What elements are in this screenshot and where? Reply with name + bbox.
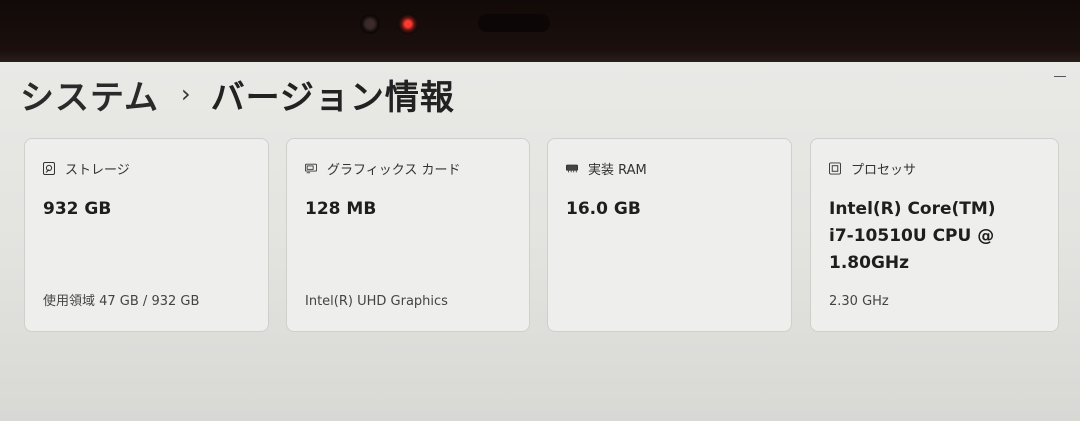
processor-icon: [829, 162, 841, 175]
card-ram: 実装 RAM 16.0 GB: [547, 138, 792, 332]
laptop-bezel: [0, 0, 1080, 62]
card-processor: プロセッサ Intel(R) Core(TM) i7-10510U CPU @ …: [810, 138, 1059, 332]
card-value: Intel(R) Core(TM) i7-10510U CPU @ 1.80GH…: [829, 199, 996, 273]
breadcrumb-system-link[interactable]: システム: [20, 70, 159, 119]
page-title: バージョン情報: [210, 77, 455, 118]
minimize-icon[interactable]: [1054, 68, 1066, 77]
card-value: 932 GB: [43, 199, 112, 219]
card-storage: ストレージ 932 GB 使用領域 47 GB / 932 GB: [24, 138, 269, 332]
card-value: 16.0 GB: [566, 199, 641, 219]
card-graphics: グラフィックス カード 128 MB Intel(R) UHD Graphics: [286, 138, 530, 332]
card-value: 128 MB: [305, 199, 377, 219]
sensor-bar: [478, 14, 550, 32]
card-title: ストレージ: [65, 163, 130, 178]
card-title: 実装 RAM: [588, 163, 647, 178]
card-title: グラフィックス カード: [327, 163, 461, 178]
chevron-right-icon: ›: [180, 80, 191, 108]
card-footer: 使用領域 47 GB / 932 GB: [43, 294, 200, 309]
storage-icon: [43, 162, 55, 175]
card-footer: 2.30 GHz: [829, 294, 889, 309]
card-footer: Intel(R) UHD Graphics: [305, 294, 448, 309]
graphics-card-icon: [305, 163, 317, 175]
memory-icon: [566, 163, 578, 175]
camera-icon: [360, 14, 380, 34]
breadcrumb: システム › バージョン情報: [20, 70, 455, 118]
card-title: プロセッサ: [851, 163, 917, 178]
camera-led-icon: [398, 14, 418, 34]
